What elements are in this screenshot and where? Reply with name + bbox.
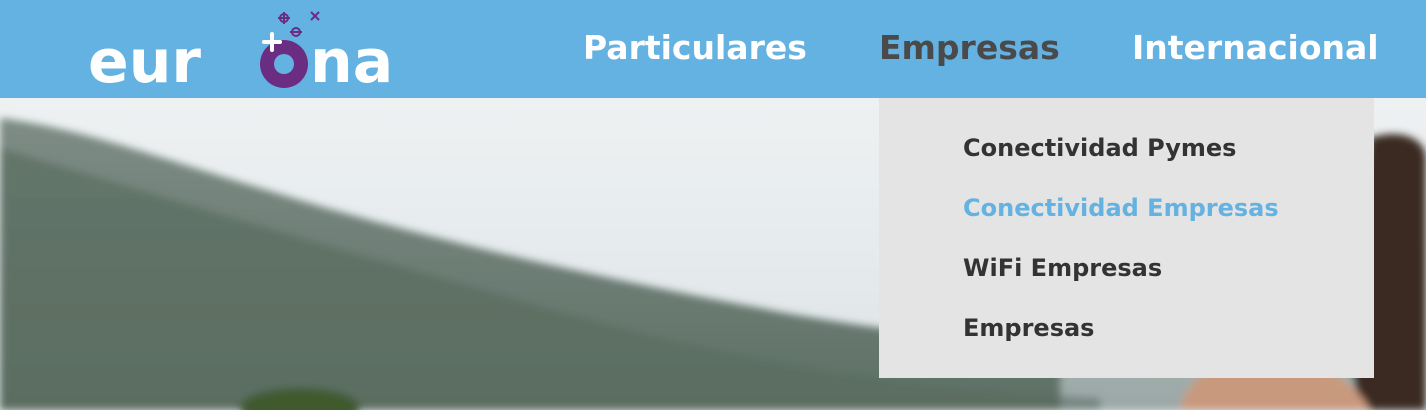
eurona-logo-graphic: eur na (88, 11, 393, 97)
nav-particulares[interactable]: Particulares (583, 26, 807, 70)
svg-text:na: na (310, 27, 393, 90)
eurona-logo[interactable]: eur na (88, 6, 408, 97)
menu-item-conectividad-pymes[interactable]: Conectividad Pymes (963, 132, 1236, 164)
site-header: eur na Particulares Empresas Internacion… (0, 0, 1426, 98)
page: eur na Particulares Empresas Internacion… (0, 0, 1426, 410)
menu-item-conectividad-empresas[interactable]: Conectividad Empresas (963, 192, 1279, 224)
menu-item-empresas[interactable]: Empresas (963, 312, 1094, 344)
nav-internacional[interactable]: Internacional (1132, 26, 1379, 70)
empresas-dropdown-menu: Conectividad Pymes Conectividad Empresas… (879, 98, 1374, 378)
svg-text:eur: eur (88, 27, 201, 90)
menu-item-wifi-empresas[interactable]: WiFi Empresas (963, 252, 1162, 284)
nav-empresas[interactable]: Empresas (879, 26, 1060, 70)
